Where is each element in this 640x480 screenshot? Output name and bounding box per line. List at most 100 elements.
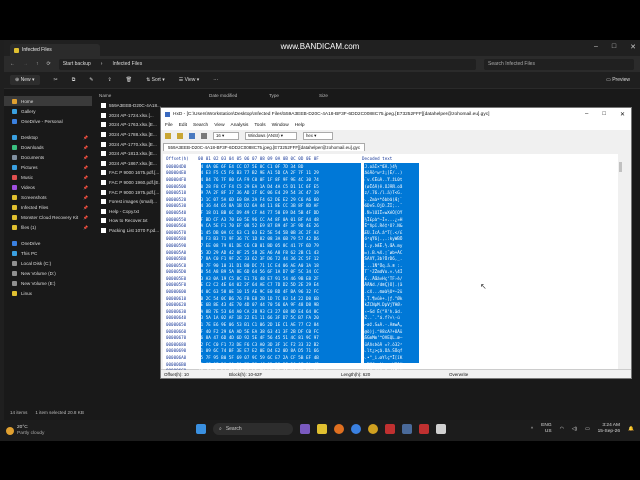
edge-icon[interactable] (351, 424, 361, 434)
decoded-text[interactable]: ¯.Ñ»lÙIÏ¤wXéÔ[OÝ (358, 210, 418, 215)
clock[interactable]: 3:24 AM 15-Sep-26 (598, 423, 620, 435)
decoded-text[interactable]: a.lt¿>çâ.Ôâ.ŠÕqf (358, 348, 418, 353)
battery-icon[interactable]: ▭ (585, 427, 590, 432)
chrome-icon[interactable] (368, 424, 378, 434)
menu-item[interactable]: Window (272, 123, 289, 128)
save-icon[interactable] (189, 132, 195, 139)
decoded-text[interactable]: /@ò)j.^ê8cA?+ßÀü (358, 329, 418, 334)
hex-bytes[interactable]: 00 28 F8 CF F4 C5 29 EA 1A D4 4A C5 D1 1… (198, 184, 358, 189)
record-icon[interactable] (419, 424, 429, 434)
copy-icon[interactable]: ⧉ (72, 77, 76, 83)
minimize-icon[interactable]: – (585, 111, 588, 118)
hex-bytes[interactable]: 41 6F 9F D8 80 B1 73 E8 4C 9D B5 BF 56 9… (198, 362, 358, 367)
encoding-select[interactable]: Windows (ANSI) ▾ (245, 131, 297, 140)
column-date[interactable]: Date modified (209, 93, 269, 98)
sidebar-item[interactable]: Local Disk (C:) (4, 258, 92, 268)
taskbar-search[interactable]: ⌕ Search (213, 423, 293, 435)
volume-icon[interactable]: ◁) (572, 427, 577, 432)
weather-widget[interactable]: 20°C Partly cloudy (0, 425, 120, 437)
maximize-icon[interactable]: □ (602, 111, 606, 118)
pin-icon[interactable]: 📌 (83, 165, 88, 170)
forward-icon[interactable]: → (23, 61, 28, 67)
pin-icon[interactable]: 📌 (83, 205, 88, 210)
hex-bytes[interactable]: F3 1C 07 5A 6D E0 BA 2A F4 62 DE E2 29 C… (198, 197, 358, 202)
hex-bytes[interactable]: EF BD CF A3 70 E0 5E 96 CC A4 8F 0A 01 B… (198, 217, 358, 222)
decoded-text[interactable]: Ë,T.¶vûè+.|ƒ."Øk (358, 296, 418, 301)
hex-bytes[interactable]: 6E C2 C2 4E 64 02 2F 64 AE C7 7D D2 5D 2… (198, 282, 358, 287)
breadcrumb-item[interactable]: Infected Files (112, 61, 142, 67)
decoded-text[interactable]: .kŽCNpM.DpVjŸHØ› (358, 302, 418, 307)
decoded-text[interactable]: j‹~Sd Ê(“Ã'h.äd. (358, 309, 418, 314)
rename-icon[interactable]: ✎ (89, 77, 93, 83)
wifi-icon[interactable]: ◠ (560, 427, 564, 432)
start-icon[interactable] (196, 424, 206, 434)
sidebar-item[interactable]: Documents 📌 (4, 152, 92, 162)
notification-icon[interactable]: 🔔 (628, 427, 634, 432)
hex-bytes[interactable]: B7 EE 08 79 81 DE C6 CB 01 BD 05 8C 41 7… (198, 243, 358, 248)
hex-bytes[interactable]: 84 0C 63 58 0E 10 15 AE 9C E0 BD 4F BA 9… (198, 289, 358, 294)
column-type[interactable]: Type (269, 93, 319, 98)
hex-bytes[interactable]: 6A 8B 7E 53 64 A0 CA 28 93 C3 27 68 8D E… (198, 309, 358, 314)
sidebar-item[interactable]: Music 📌 (4, 172, 92, 182)
pin-icon[interactable]: 📌 (83, 175, 88, 180)
refresh-icon[interactable]: ⟳ (47, 61, 51, 67)
pin-icon[interactable]: 📌 (83, 155, 88, 160)
hex-bytes[interactable]: C1 45 DB 0A CC 63 C1 03 E2 5E 54 5B 0B 3… (198, 230, 358, 235)
status-mode[interactable]: Overwrite (449, 372, 529, 377)
terminal-icon[interactable] (402, 424, 412, 434)
decoded-text[interactable]: ´ãõÅö³w²ž¡]Ê/..) (358, 170, 418, 175)
hxd-taskbar-icon[interactable] (436, 424, 446, 434)
decoded-text[interactable]: .(øÏôÅ)ê.ÔJÅÑ.oå (358, 184, 418, 189)
hex-bytes[interactable]: B4 E3 F5 C5 F6 B3 77 B2 9E A1 5D CA 2F 7… (198, 170, 358, 175)
decoded-text[interactable]: ÓZ..¯."á.f?×\·ú (358, 315, 418, 320)
column-size[interactable]: Size (319, 93, 359, 98)
decoded-text[interactable]: "J.oäÌ×^ŒÁ.}4½ (358, 164, 418, 169)
hex-bytes[interactable]: 09 7A 2F 8F 37 36 AD 2F 6C 06 E4 29 54 3… (198, 190, 358, 195)
decoded-text[interactable]: T¨¹ZŽmdVo.×.\4Ì (358, 269, 418, 274)
hex-bytes[interactable]: 53 A3 0A 19 C5 8C E1 76 48 E7 91 54 46 9… (198, 276, 358, 281)
decoded-text[interactable]: ÁEÛ.ÌcÁ.â^T[.</£ (358, 230, 418, 235)
decoded-text[interactable]: .z/.76./l.ä)T<G. (358, 190, 418, 195)
hex-bytes[interactable]: 2F 40 F2 29 6A AD 5E EA 38 63 41 3F 2B D… (198, 329, 358, 334)
decoded-text[interactable]: &ŠGmMm’^OVEQL.œ— (358, 335, 418, 340)
delete-icon[interactable]: 🗑 (126, 77, 132, 83)
decoded-text[interactable]: A~æž.S±Á.-.Á®wÂ„ (358, 322, 418, 327)
hex-bytes[interactable]: 58 7F 90 10 31 D1 B0 DC 71 1C E4 06 AE A… (198, 263, 358, 268)
column-name[interactable]: Name (99, 93, 209, 98)
menu-item[interactable]: View (214, 123, 224, 128)
hex-bytes[interactable]: 75 3D 29 AD 42 0F 25 58 2E A6 A8 F8 62 2… (198, 250, 358, 255)
decoded-text[interactable]: :;>W›”jæ‹À–J‘™¿ÿ (358, 368, 418, 370)
hex-bytes[interactable]: 26 8A 47 6D 4D 6D 92 5E 4F 56 45 51 4C 8… (198, 335, 358, 340)
cut-icon[interactable]: ✂ (54, 77, 58, 83)
hex-bytes[interactable]: 20 54 A8 B9 5A 8E 6D 64 56 6F 1A D7 0F 5… (198, 269, 358, 274)
explorer-tab[interactable]: Infected Files (10, 44, 100, 56)
decoded-text[interactable]: ˆó³qŸ6|.‚.:kyWBÖ (358, 236, 418, 241)
sidebar-item[interactable]: Downloads 📌 (4, 142, 92, 152)
hex-bytes[interactable]: 61 09 6C 74 BF 3E E7 E2 0E D4 E2 0D 8A D… (198, 348, 358, 353)
back-icon[interactable]: ← (10, 61, 15, 67)
menu-item[interactable]: Tools (254, 123, 265, 128)
pin-icon[interactable]: 📌 (83, 185, 88, 190)
decoded-text[interactable]: ô6DeŠ.ÒjD.ŽÌ;..¯ (358, 203, 418, 208)
sidebar-item[interactable]: files (1) 📌 (4, 222, 92, 232)
open-file-icon[interactable] (177, 132, 183, 139)
hex-bytes[interactable]: 87 8A C0 F1 9F 2C 33 62 3F D6 72 44 36 2… (198, 256, 358, 261)
share-icon[interactable]: ⇪ (108, 77, 112, 83)
decoded-text[interactable]: AoŸØ€±sèL.µ¿VŸšK (358, 362, 418, 367)
search-input[interactable]: Search Infected Files (484, 58, 634, 70)
hex-editor-area[interactable]: Offset(h) 00 01 02 03 04 05 06 07 08 09 … (163, 154, 623, 370)
file-explorer-icon[interactable] (317, 424, 327, 434)
hex-bytes[interactable]: CB 2C 54 0C B6 76 FB E8 2B 1D 7C 83 14 2… (198, 296, 358, 301)
maximize-icon[interactable]: □ (612, 43, 616, 51)
new-file-icon[interactable] (165, 132, 171, 139)
up-icon[interactable]: ↑ (36, 61, 39, 67)
sidebar-item[interactable]: This PC (4, 248, 92, 258)
preview-button[interactable]: ▭ Preview (606, 77, 630, 83)
language-indicator[interactable]: ENG US (541, 423, 551, 435)
pin-icon[interactable]: 📌 (83, 145, 88, 150)
hex-bytes[interactable]: F5 7F 95 B0 5F 69 07 9C 59 6C E7 2A CF 5… (198, 355, 358, 360)
bytes-per-row-select[interactable]: 16 ▾ (213, 131, 239, 140)
hex-bytes[interactable]: D3 5A 1A 02 AF 1B 22 E1 11 66 3F D7 5C B… (198, 315, 358, 320)
sort-button[interactable]: ⇅ Sort ▾ (146, 77, 165, 83)
hex-bytes[interactable]: 3A 3B 3E 57 9B 94 6A E6 8B C0 96 4A 91 9… (198, 368, 358, 370)
